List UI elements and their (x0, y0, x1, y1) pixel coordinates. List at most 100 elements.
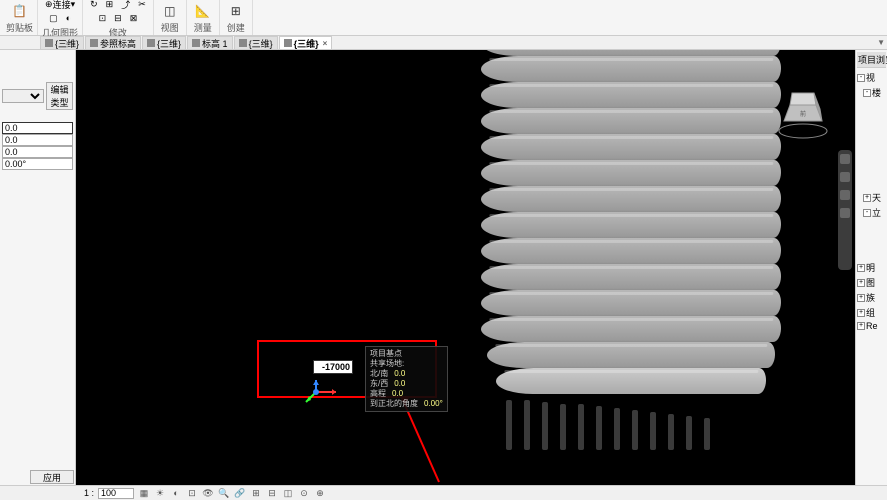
doc-icon (192, 39, 200, 47)
main-area: 编辑类型 (0, 50, 887, 500)
modify-btn-2[interactable]: ⊞ (103, 0, 117, 12)
tree-item[interactable]: +组 (857, 305, 886, 320)
tree-item[interactable]: +明 (857, 260, 886, 275)
modify-btn-6[interactable]: ⊟ (111, 12, 125, 25)
coord-input[interactable] (313, 360, 353, 374)
tooltip-shared: 共享场地: (370, 359, 443, 369)
clipboard-button[interactable]: 📋 (8, 2, 32, 20)
create-button[interactable]: ⊞ (224, 2, 248, 20)
doc-icon (90, 39, 98, 47)
status-shadow-icon[interactable]: ◐ (170, 487, 182, 499)
status-graphics-icon[interactable]: ▦ (138, 487, 150, 499)
tree-item[interactable]: -视 (857, 70, 886, 85)
ribbon-group-measure: 📐 测量 (187, 0, 220, 35)
tab-3[interactable]: 标高 1 (187, 36, 233, 49)
browser-tree: -视 -楼 +天 -立 +明 +图 +族 +组 +Re (857, 70, 886, 332)
doc-icon (239, 39, 247, 47)
ribbon-toolbar: 📋 剪贴板 ⊕ 连接 ▾ ▢ ◐ 几何图形 ↻ ⊞ ⤴ ✂ ⊡ ⊟ ⊠ 修改 ◫… (0, 0, 887, 36)
modify-btn-4[interactable]: ✂ (135, 0, 149, 12)
status-misc4-icon[interactable]: ⊙ (298, 487, 310, 499)
status-link-icon[interactable]: 🔗 (234, 487, 246, 499)
create-icon: ⊞ (228, 3, 244, 19)
prop-input-1[interactable] (2, 134, 73, 146)
navbar-orbit[interactable] (840, 208, 850, 218)
status-sun-icon[interactable]: ☀ (154, 487, 166, 499)
tab-5[interactable]: {三维}× (279, 36, 333, 49)
tab-4[interactable]: {三维} (234, 36, 278, 49)
modify-btn-3[interactable]: ⤴ (118, 0, 133, 12)
svg-text:前: 前 (800, 110, 806, 118)
navigation-bar (838, 150, 852, 270)
navbar-pan[interactable] (840, 172, 850, 182)
ribbon-label-view: 视图 (161, 21, 179, 34)
apply-button[interactable]: 应用 (30, 470, 74, 484)
doc-icon (45, 39, 53, 47)
tab-1[interactable]: 参照标高 (85, 36, 141, 49)
ribbon-label-measure: 测量 (194, 21, 212, 34)
modify-btn-7[interactable]: ⊠ (127, 12, 141, 25)
prop-input-2[interactable] (2, 146, 73, 158)
tabs-overflow[interactable]: ▼ (877, 38, 885, 47)
tab-close-0[interactable]: × (65, 38, 70, 48)
tree-toggle-icon[interactable]: + (857, 264, 865, 272)
status-misc2-icon[interactable]: ⊟ (266, 487, 278, 499)
connect-button[interactable]: ⊕ 连接 ▾ (42, 0, 78, 12)
tree-toggle-icon[interactable]: - (857, 74, 865, 82)
measure-button[interactable]: 📐 (191, 2, 215, 20)
doc-icon (147, 39, 155, 47)
view-button[interactable]: ◫ (158, 2, 182, 20)
tab-close-5[interactable]: × (323, 39, 328, 48)
tree-toggle-icon[interactable]: - (863, 89, 871, 97)
properties-panel: 编辑类型 (0, 50, 76, 500)
prop-input-0[interactable] (2, 122, 73, 134)
status-misc5-icon[interactable]: ⊕ (314, 487, 326, 499)
status-reveal-icon[interactable]: 🔍 (218, 487, 230, 499)
ribbon-label-clipboard: 剪贴板 (6, 21, 33, 34)
tree-toggle-icon[interactable]: + (857, 279, 865, 287)
modify-btn-5[interactable]: ⊡ (96, 12, 110, 25)
doc-icon (284, 39, 292, 47)
ribbon-group-clipboard: 📋 剪贴板 (2, 0, 38, 35)
status-misc3-icon[interactable]: ◫ (282, 487, 294, 499)
edit-type-button[interactable]: 编辑类型 (46, 82, 73, 110)
modify-btn-1[interactable]: ↻ (87, 0, 101, 12)
ribbon-label-create: 创建 (227, 21, 245, 34)
tree-toggle-icon[interactable]: + (863, 194, 871, 202)
tree-toggle-icon[interactable]: + (857, 309, 865, 317)
tree-item[interactable]: +族 (857, 290, 886, 305)
clipboard-icon: 📋 (12, 3, 28, 19)
prop-input-3[interactable] (2, 158, 73, 170)
tree-item[interactable]: +图 (857, 275, 886, 290)
geom-btn-1[interactable]: ▢ (46, 12, 61, 25)
viewport-3d[interactable]: 项目基点 共享场地: 北/南0.0 东/西0.0 高程0.0 到正北的角度0.0… (76, 50, 855, 500)
navbar-zoom[interactable] (840, 190, 850, 200)
geom-btn-2[interactable]: ◐ (63, 12, 74, 25)
tree-item[interactable]: -立 (857, 205, 886, 220)
project-browser: 项目浏览器 -视 -楼 +天 -立 +明 +图 +族 +组 +Re (855, 50, 887, 500)
tab-0[interactable]: {三维} (40, 36, 84, 49)
tab-2[interactable]: {三维} (142, 36, 186, 49)
tree-toggle-icon[interactable]: + (857, 322, 865, 330)
ribbon-group-view: ◫ 视图 (154, 0, 187, 35)
scale-label: 1 : (84, 488, 94, 498)
status-hide-icon[interactable]: 👁 (202, 487, 214, 499)
building-columns (496, 390, 776, 450)
measure-icon: 📐 (195, 3, 211, 19)
status-crop-icon[interactable]: ⊡ (186, 487, 198, 499)
tooltip-title: 项目基点 (370, 349, 443, 359)
ribbon-group-geometry: ⊕ 连接 ▾ ▢ ◐ 几何图形 (38, 0, 83, 35)
project-basepoint-tooltip: 项目基点 共享场地: 北/南0.0 东/西0.0 高程0.0 到正北的角度0.0… (365, 346, 448, 412)
navbar-wheel[interactable] (840, 154, 850, 164)
view-cube[interactable]: 前 (776, 85, 830, 139)
tree-toggle-icon[interactable]: + (857, 294, 865, 302)
tree-toggle-icon[interactable]: - (863, 209, 871, 217)
xyz-gizmo[interactable] (302, 380, 342, 404)
tree-item[interactable]: -楼 (857, 85, 886, 100)
status-misc1-icon[interactable]: ⊞ (250, 487, 262, 499)
tree-item[interactable]: +Re (857, 320, 886, 332)
tree-item[interactable]: +天 (857, 190, 886, 205)
type-selector[interactable] (2, 89, 44, 103)
ribbon-group-modify: ↻ ⊞ ⤴ ✂ ⊡ ⊟ ⊠ 修改 (83, 0, 154, 35)
browser-title: 项目浏览器 (857, 52, 886, 68)
scale-input[interactable] (98, 488, 134, 499)
